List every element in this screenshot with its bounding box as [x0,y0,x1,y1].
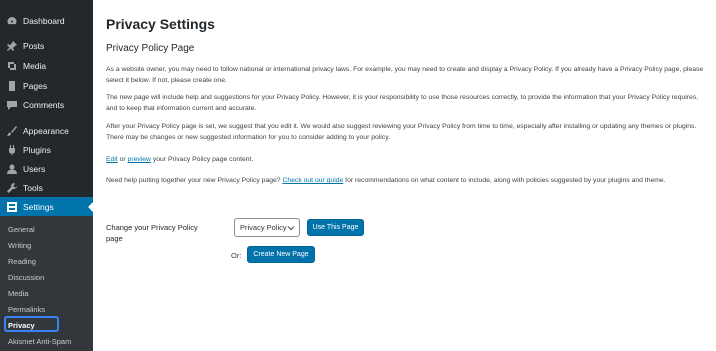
menu-item-appearance[interactable]: Appearance [0,121,93,140]
help-paragraph: Need help putting together your new Priv… [106,176,706,187]
brush-icon [3,125,21,136]
privacy-page-select[interactable]: Privacy Policy [234,218,300,237]
menu-item-settings[interactable]: Settings [0,197,93,216]
menu-label: Users [23,163,46,174]
menu-label: Plugins [23,144,51,155]
comments-icon [3,100,21,110]
edit-preview-paragraph: Edit or preview your Privacy Policy page… [106,155,706,166]
plugin-icon [3,144,21,155]
submenu-item-discussion[interactable]: Discussion [0,269,93,285]
submenu-item-akismet[interactable]: Akismet Anti-Spam [0,333,93,349]
menu-label: Posts [23,40,45,51]
select-value: Privacy Policy [240,223,287,232]
help-prefix-text: Need help putting together your new Priv… [106,177,283,184]
chevron-down-icon [287,226,295,231]
menu-label: Comments [23,99,65,110]
submenu-item-general[interactable]: General [0,221,93,237]
admin-sidebar: Dashboard Posts Media Pages Comments App… [0,0,93,351]
users-icon [3,164,21,174]
page-title: Privacy Settings [106,16,215,32]
use-this-page-button[interactable]: Use This Page [307,219,364,236]
menu-item-plugins[interactable]: Plugins [0,140,93,159]
privacy-highlight-box [4,316,59,332]
menu-label: Settings [23,201,54,212]
pages-icon [3,80,21,91]
dashboard-icon [3,16,21,26]
wrench-icon [3,182,21,193]
change-page-label: Change your Privacy Policy page [106,223,198,243]
intro-paragraph: As a website owner, you may need to foll… [106,66,704,84]
new-page-paragraph: The new page will include help and sugge… [106,94,699,112]
or-label: Or: [231,251,242,260]
submenu-item-permalinks[interactable]: Permalinks [0,301,93,317]
menu-label: Pages [23,80,48,91]
menu-item-tools[interactable]: Tools [0,178,93,197]
submenu-item-writing[interactable]: Writing [0,237,93,253]
menu-label: Dashboard [23,15,65,26]
section-title: Privacy Policy Page [106,43,195,54]
or-text: or [117,156,128,163]
preview-link[interactable]: preview [128,156,151,163]
menu-item-dashboard[interactable]: Dashboard [0,11,93,30]
menu-item-pages[interactable]: Pages [0,76,93,95]
main-content: Privacy Settings Privacy Policy Page As … [93,0,716,351]
pin-icon [3,40,21,51]
guide-link[interactable]: Check out our guide [282,177,343,184]
menu-label: Appearance [23,125,69,136]
help-suffix-text: for recommendations on what content to i… [343,177,666,184]
edit-link[interactable]: Edit [106,156,118,163]
menu-label: Media [23,60,47,71]
edit-suffix-text: your Privacy Policy page content. [150,156,254,163]
suggestion-paragraph: After your Privacy Policy page is set, w… [106,123,697,141]
menu-label: Tools [23,182,43,193]
menu-item-comments[interactable]: Comments [0,95,93,114]
submenu-item-media[interactable]: Media [0,285,93,301]
menu-item-media[interactable]: Media [0,56,93,75]
menu-item-posts[interactable]: Posts [0,36,93,55]
media-icon [3,61,21,71]
settings-icon [3,201,21,212]
menu-item-users[interactable]: Users [0,159,93,178]
submenu-item-reading[interactable]: Reading [0,253,93,269]
create-new-page-button[interactable]: Create New Page [247,246,315,263]
